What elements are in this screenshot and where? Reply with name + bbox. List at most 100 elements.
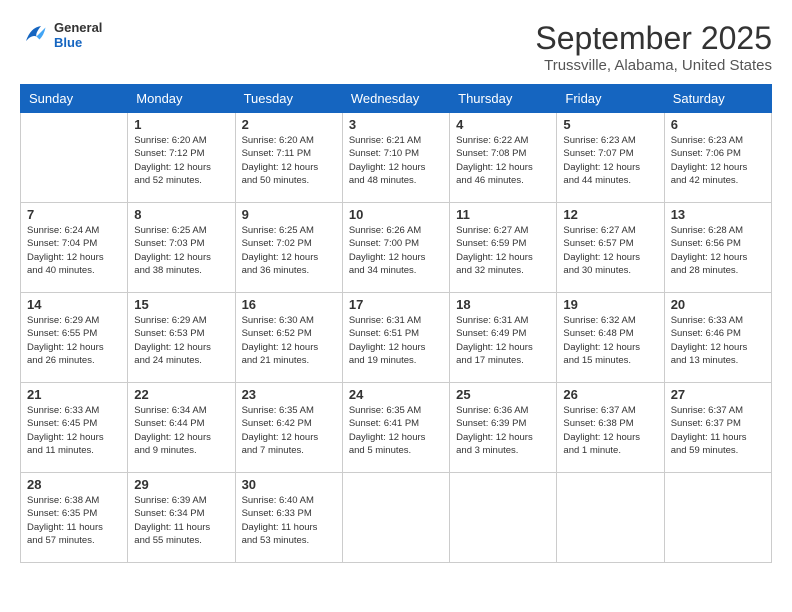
day-number: 5 — [563, 117, 657, 132]
logo-icon — [20, 20, 50, 50]
calendar-cell: 20 Sunrise: 6:33 AM Sunset: 6:46 PM Dayli… — [664, 293, 771, 383]
calendar-cell: 28 Sunrise: 6:38 AM Sunset: 6:35 PM Dayli… — [21, 473, 128, 563]
day-info: Sunrise: 6:31 AM Sunset: 6:49 PM Dayligh… — [456, 314, 550, 367]
day-number: 18 — [456, 297, 550, 312]
day-info: Sunrise: 6:20 AM Sunset: 7:12 PM Dayligh… — [134, 134, 228, 187]
day-info: Sunrise: 6:27 AM Sunset: 6:59 PM Dayligh… — [456, 224, 550, 277]
day-number: 19 — [563, 297, 657, 312]
calendar-cell: 24 Sunrise: 6:35 AM Sunset: 6:41 PM Dayli… — [342, 383, 449, 473]
weekday-header: Sunday — [21, 85, 128, 113]
weekday-header: Friday — [557, 85, 664, 113]
day-number: 14 — [27, 297, 121, 312]
weekday-header: Saturday — [664, 85, 771, 113]
day-info: Sunrise: 6:29 AM Sunset: 6:53 PM Dayligh… — [134, 314, 228, 367]
calendar-cell: 18 Sunrise: 6:31 AM Sunset: 6:49 PM Dayli… — [450, 293, 557, 383]
day-info: Sunrise: 6:38 AM Sunset: 6:35 PM Dayligh… — [27, 494, 121, 547]
day-number: 20 — [671, 297, 765, 312]
day-number: 2 — [242, 117, 336, 132]
calendar-cell: 16 Sunrise: 6:30 AM Sunset: 6:52 PM Dayli… — [235, 293, 342, 383]
month-title: September 2025 — [535, 20, 772, 57]
logo-text: General Blue — [54, 20, 102, 50]
weekday-header-row: SundayMondayTuesdayWednesdayThursdayFrid… — [21, 85, 772, 113]
day-number: 22 — [134, 387, 228, 402]
calendar-cell: 11 Sunrise: 6:27 AM Sunset: 6:59 PM Dayli… — [450, 203, 557, 293]
day-number: 8 — [134, 207, 228, 222]
day-number: 16 — [242, 297, 336, 312]
weekday-header: Wednesday — [342, 85, 449, 113]
day-number: 10 — [349, 207, 443, 222]
calendar-week-row: 28 Sunrise: 6:38 AM Sunset: 6:35 PM Dayli… — [21, 473, 772, 563]
day-number: 25 — [456, 387, 550, 402]
day-info: Sunrise: 6:33 AM Sunset: 6:45 PM Dayligh… — [27, 404, 121, 457]
day-info: Sunrise: 6:36 AM Sunset: 6:39 PM Dayligh… — [456, 404, 550, 457]
day-number: 21 — [27, 387, 121, 402]
weekday-header: Tuesday — [235, 85, 342, 113]
day-number: 27 — [671, 387, 765, 402]
calendar-cell: 17 Sunrise: 6:31 AM Sunset: 6:51 PM Dayli… — [342, 293, 449, 383]
day-info: Sunrise: 6:29 AM Sunset: 6:55 PM Dayligh… — [27, 314, 121, 367]
day-info: Sunrise: 6:31 AM Sunset: 6:51 PM Dayligh… — [349, 314, 443, 367]
day-number: 26 — [563, 387, 657, 402]
logo: General Blue — [20, 20, 102, 50]
calendar-cell: 19 Sunrise: 6:32 AM Sunset: 6:48 PM Dayli… — [557, 293, 664, 383]
calendar-cell: 23Sunrise: 6:35 AM Sunset: 6:42 PM Dayli… — [235, 383, 342, 473]
calendar-cell: 5 Sunrise: 6:23 AM Sunset: 7:07 PM Daylig… — [557, 113, 664, 203]
calendar-cell: 8 Sunrise: 6:25 AM Sunset: 7:03 PM Daylig… — [128, 203, 235, 293]
calendar-cell: 7 Sunrise: 6:24 AM Sunset: 7:04 PM Daylig… — [21, 203, 128, 293]
day-number: 9 — [242, 207, 336, 222]
calendar-cell — [450, 473, 557, 563]
day-info: Sunrise: 6:30 AM Sunset: 6:52 PM Dayligh… — [242, 314, 336, 367]
day-info: Sunrise: 6:22 AM Sunset: 7:08 PM Dayligh… — [456, 134, 550, 187]
day-info: Sunrise: 6:33 AM Sunset: 6:46 PM Dayligh… — [671, 314, 765, 367]
day-info: Sunrise: 6:37 AM Sunset: 6:37 PM Dayligh… — [671, 404, 765, 457]
day-info: Sunrise: 6:25 AM Sunset: 7:02 PM Dayligh… — [242, 224, 336, 277]
calendar-week-row: 7 Sunrise: 6:24 AM Sunset: 7:04 PM Daylig… — [21, 203, 772, 293]
day-number: 12 — [563, 207, 657, 222]
day-number: 13 — [671, 207, 765, 222]
day-info: Sunrise: 6:21 AM Sunset: 7:10 PM Dayligh… — [349, 134, 443, 187]
day-info: Sunrise: 6:25 AM Sunset: 7:03 PM Dayligh… — [134, 224, 228, 277]
calendar-cell: 4 Sunrise: 6:22 AM Sunset: 7:08 PM Daylig… — [450, 113, 557, 203]
calendar-cell: 13 Sunrise: 6:28 AM Sunset: 6:56 PM Dayli… — [664, 203, 771, 293]
day-info: Sunrise: 6:32 AM Sunset: 6:48 PM Dayligh… — [563, 314, 657, 367]
calendar-cell: 30Sunrise: 6:40 AM Sunset: 6:33 PM Dayli… — [235, 473, 342, 563]
day-number: 17 — [349, 297, 443, 312]
day-number: 7 — [27, 207, 121, 222]
calendar-cell: 15 Sunrise: 6:29 AM Sunset: 6:53 PM Dayli… — [128, 293, 235, 383]
day-info: Sunrise: 6:39 AM Sunset: 6:34 PM Dayligh… — [134, 494, 228, 547]
day-info: Sunrise: 6:23 AM Sunset: 7:07 PM Dayligh… — [563, 134, 657, 187]
calendar-cell: 22 Sunrise: 6:34 AM Sunset: 6:44 PM Dayli… — [128, 383, 235, 473]
day-number: 28 — [27, 477, 121, 492]
calendar-cell: 27 Sunrise: 6:37 AM Sunset: 6:37 PM Dayli… — [664, 383, 771, 473]
calendar-cell: 2Sunrise: 6:20 AM Sunset: 7:11 PM Daylig… — [235, 113, 342, 203]
calendar-cell: 10Sunrise: 6:26 AM Sunset: 7:00 PM Dayli… — [342, 203, 449, 293]
calendar-cell: 14 Sunrise: 6:29 AM Sunset: 6:55 PM Dayli… — [21, 293, 128, 383]
calendar-week-row: 14 Sunrise: 6:29 AM Sunset: 6:55 PM Dayli… — [21, 293, 772, 383]
calendar-cell — [21, 113, 128, 203]
calendar-cell: 3Sunrise: 6:21 AM Sunset: 7:10 PM Daylig… — [342, 113, 449, 203]
calendar-cell: 9 Sunrise: 6:25 AM Sunset: 7:02 PM Daylig… — [235, 203, 342, 293]
calendar-cell: 21 Sunrise: 6:33 AM Sunset: 6:45 PM Dayli… — [21, 383, 128, 473]
calendar-table: SundayMondayTuesdayWednesdayThursdayFrid… — [20, 84, 772, 563]
calendar-week-row: 1Sunrise: 6:20 AM Sunset: 7:12 PM Daylig… — [21, 113, 772, 203]
day-number: 24 — [349, 387, 443, 402]
calendar-cell: 1Sunrise: 6:20 AM Sunset: 7:12 PM Daylig… — [128, 113, 235, 203]
day-info: Sunrise: 6:28 AM Sunset: 6:56 PM Dayligh… — [671, 224, 765, 277]
day-number: 15 — [134, 297, 228, 312]
day-info: Sunrise: 6:24 AM Sunset: 7:04 PM Dayligh… — [27, 224, 121, 277]
calendar-cell — [664, 473, 771, 563]
day-info: Sunrise: 6:34 AM Sunset: 6:44 PM Dayligh… — [134, 404, 228, 457]
day-number: 4 — [456, 117, 550, 132]
calendar-week-row: 21 Sunrise: 6:33 AM Sunset: 6:45 PM Dayli… — [21, 383, 772, 473]
day-info: Sunrise: 6:27 AM Sunset: 6:57 PM Dayligh… — [563, 224, 657, 277]
title-section: September 2025 Trussville, Alabama, Unit… — [535, 20, 772, 74]
day-number: 30 — [242, 477, 336, 492]
calendar-cell: 26Sunrise: 6:37 AM Sunset: 6:38 PM Dayli… — [557, 383, 664, 473]
weekday-header: Thursday — [450, 85, 557, 113]
calendar-cell — [342, 473, 449, 563]
day-number: 11 — [456, 207, 550, 222]
day-number: 29 — [134, 477, 228, 492]
day-info: Sunrise: 6:35 AM Sunset: 6:41 PM Dayligh… — [349, 404, 443, 457]
calendar-cell: 25 Sunrise: 6:36 AM Sunset: 6:39 PM Dayli… — [450, 383, 557, 473]
location-title: Trussville, Alabama, United States — [535, 57, 772, 74]
